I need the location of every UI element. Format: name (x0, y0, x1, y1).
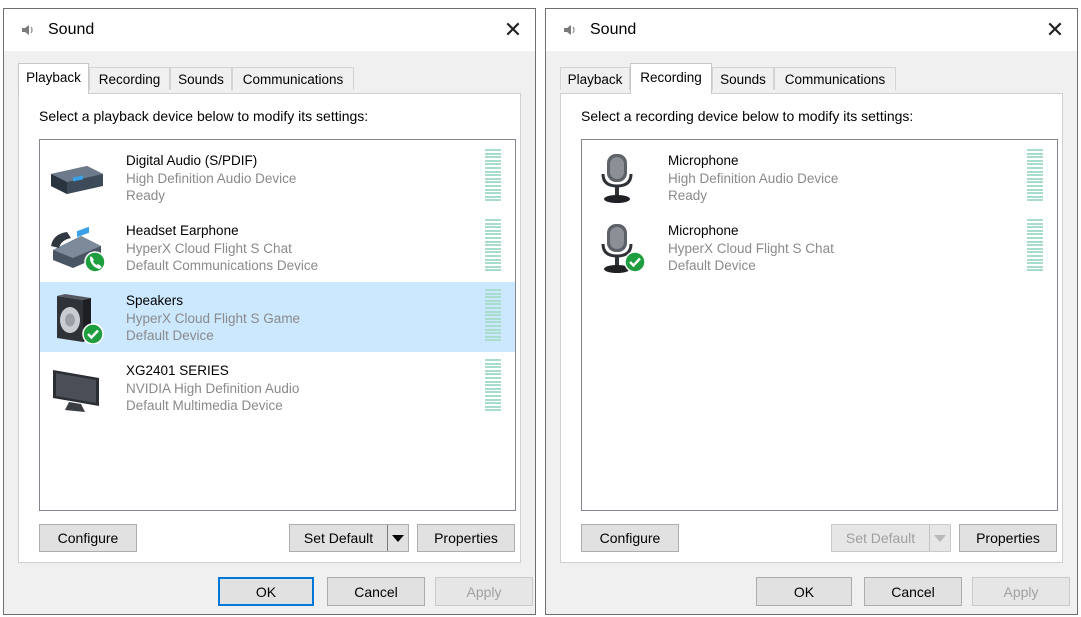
tab-sounds[interactable]: Sounds (170, 67, 232, 90)
title-bar[interactable]: Sound ✕ (4, 9, 535, 51)
device-list[interactable]: Digital Audio (S/PDIF) High Definition A… (39, 139, 516, 511)
level-meter (485, 149, 501, 205)
set-default-dropdown[interactable] (929, 525, 950, 551)
device-status: Default Communications Device (126, 258, 319, 273)
level-meter (485, 359, 501, 415)
level-meter (485, 219, 501, 275)
ok-button[interactable]: OK (218, 577, 314, 606)
microphone-icon (601, 224, 646, 273)
tab-panel: Select a recording device below to modif… (560, 93, 1063, 563)
sound-dialog-recording: Sound ✕ Playback Recording Sounds Commun… (545, 8, 1078, 615)
tab-sounds[interactable]: Sounds (712, 67, 774, 90)
configure-button[interactable]: Configure (581, 524, 679, 552)
sound-dialog-playback: Sound ✕ Playback Recording Sounds Commun… (3, 8, 536, 615)
device-item-xg2401-series[interactable]: XG2401 SERIES NVIDIA High Definition Aud… (40, 352, 515, 422)
tab-recording[interactable]: Recording (89, 67, 170, 90)
level-meter (1027, 219, 1043, 275)
device-name: Headset Earphone (126, 223, 239, 238)
device-status: Default Device (126, 328, 214, 343)
device-status: Ready (126, 188, 166, 203)
tab-playback[interactable]: Playback (560, 67, 630, 90)
instruction-text: Select a recording device below to modif… (581, 108, 914, 124)
device-name: Speakers (126, 293, 184, 308)
tab-recording[interactable]: Recording (630, 63, 712, 94)
device-item-microphone[interactable]: Microphone High Definition Audio Device … (582, 142, 1057, 212)
sound-app-icon (22, 25, 33, 35)
device-status: Default Multimedia Device (126, 398, 283, 413)
set-default-label: Set Default (845, 530, 916, 546)
device-item-microphone-default[interactable]: Microphone HyperX Cloud Flight S Chat De… (582, 212, 1057, 282)
device-name: Digital Audio (S/PDIF) (126, 153, 258, 168)
device-description: High Definition Audio Device (668, 170, 839, 186)
device-description: HyperX Cloud Flight S Chat (126, 240, 292, 256)
device-description: NVIDIA High Definition Audio (126, 380, 300, 396)
device-item-digital-audio[interactable]: Digital Audio (S/PDIF) High Definition A… (40, 142, 515, 212)
device-list[interactable]: Microphone High Definition Audio Device … (581, 139, 1058, 511)
tab-communications[interactable]: Communications (232, 67, 354, 90)
level-meter (1027, 149, 1043, 205)
set-default-button[interactable]: Set Default (831, 524, 951, 552)
sound-app-icon (564, 25, 575, 35)
device-name: Microphone (668, 223, 739, 238)
dropdown-arrow-icon (934, 534, 946, 542)
speaker-icon (57, 294, 104, 344)
tab-communications[interactable]: Communications (774, 67, 896, 90)
cancel-button[interactable]: Cancel (327, 577, 425, 606)
properties-button[interactable]: Properties (417, 524, 515, 552)
level-meter (485, 289, 501, 345)
device-item-speakers[interactable]: Speakers HyperX Cloud Flight S Game Defa… (40, 282, 515, 352)
device-description: HyperX Cloud Flight S Game (126, 310, 301, 326)
device-description: High Definition Audio Device (126, 170, 297, 186)
properties-button[interactable]: Properties (959, 524, 1057, 552)
microphone-icon (601, 154, 633, 203)
monitor-icon (53, 370, 99, 412)
device-status: Default Device (668, 258, 756, 273)
instruction-text: Select a playback device below to modify… (39, 108, 369, 124)
device-name: Microphone (668, 153, 739, 168)
device-status: Ready (668, 188, 708, 203)
dropdown-arrow-icon (392, 534, 404, 542)
device-description: HyperX Cloud Flight S Chat (668, 240, 834, 256)
tab-playback[interactable]: Playback (18, 63, 89, 94)
configure-button[interactable]: Configure (39, 524, 137, 552)
set-default-button[interactable]: Set Default (289, 524, 409, 552)
close-button[interactable]: ✕ (491, 9, 535, 51)
title-bar[interactable]: Sound ✕ (546, 9, 1077, 51)
set-default-dropdown[interactable] (387, 525, 408, 551)
apply-button[interactable]: Apply (972, 577, 1070, 606)
set-default-label: Set Default (303, 530, 374, 546)
window-title: Sound (590, 21, 637, 38)
apply-button[interactable]: Apply (435, 577, 533, 606)
window-title: Sound (48, 21, 95, 38)
ok-button[interactable]: OK (756, 577, 852, 606)
tab-panel: Select a playback device below to modify… (18, 93, 521, 563)
telephone-icon (51, 226, 105, 273)
digital-audio-device-icon (51, 166, 103, 194)
device-item-headset-earphone[interactable]: Headset Earphone HyperX Cloud Flight S C… (40, 212, 515, 282)
close-button[interactable]: ✕ (1033, 9, 1077, 51)
device-name: XG2401 SERIES (126, 363, 229, 378)
cancel-button[interactable]: Cancel (864, 577, 962, 606)
